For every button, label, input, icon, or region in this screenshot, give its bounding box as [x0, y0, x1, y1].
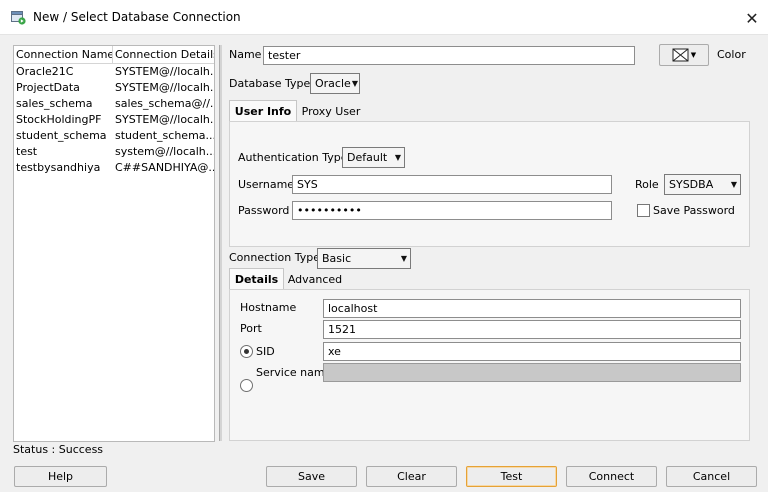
- connect-button[interactable]: Connect: [566, 466, 657, 487]
- table-row[interactable]: ProjectData SYSTEM@//localh...: [14, 80, 214, 96]
- clear-button[interactable]: Clear: [366, 466, 457, 487]
- chevron-down-icon: ▼: [394, 153, 402, 162]
- table-row[interactable]: test system@//localh...: [14, 144, 214, 160]
- chevron-down-icon: ▼: [400, 254, 408, 263]
- database-connection-icon: [11, 11, 26, 25]
- sid-radio[interactable]: [240, 345, 253, 358]
- service-name-input[interactable]: [323, 363, 741, 382]
- help-button[interactable]: Help: [14, 466, 107, 487]
- column-header-connection-details[interactable]: Connection Details: [113, 46, 214, 63]
- connection-name: ProjectData: [16, 81, 80, 94]
- status-text: Status : Success: [13, 443, 104, 456]
- table-header: Connection Name Connection Details: [14, 46, 214, 64]
- hostname-label: Hostname: [240, 301, 297, 314]
- window-title: New / Select Database Connection: [33, 10, 241, 24]
- connection-details: system@//localh...: [115, 145, 214, 158]
- role-select[interactable]: SYSDBA ▼: [664, 174, 741, 195]
- service-name-radio[interactable]: [240, 379, 253, 392]
- connection-name: StockHoldingPF: [16, 113, 102, 126]
- connection-type-select[interactable]: Basic ▼: [317, 248, 411, 269]
- password-label: Password: [238, 204, 290, 217]
- color-swatch-icon: [672, 48, 689, 62]
- connection-name: test: [16, 145, 38, 158]
- connection-details: student_schema...: [115, 129, 214, 142]
- cancel-button[interactable]: Cancel: [666, 466, 757, 487]
- username-label: Username: [238, 178, 295, 191]
- connection-details: SYSTEM@//localh...: [115, 65, 214, 78]
- connection-details: C##SANDHIYA@...: [115, 161, 214, 174]
- table-row[interactable]: sales_schema sales_schema@//...: [14, 96, 214, 112]
- table-row[interactable]: StockHoldingPF SYSTEM@//localh...: [14, 112, 214, 128]
- connection-name: student_schema: [16, 129, 107, 142]
- port-label: Port: [240, 322, 262, 335]
- table-row[interactable]: student_schema student_schema...: [14, 128, 214, 144]
- connection-details: SYSTEM@//localh...: [115, 81, 214, 94]
- password-input[interactable]: ••••••••••: [292, 201, 612, 220]
- save-password-checkbox[interactable]: [637, 204, 650, 217]
- tab-user-info[interactable]: User Info: [229, 100, 297, 122]
- connection-table: Connection Name Connection Details Oracl…: [13, 45, 215, 442]
- database-type-select[interactable]: Oracle ▼: [310, 73, 360, 94]
- column-header-connection-name[interactable]: Connection Name: [14, 46, 113, 63]
- connection-name: Oracle21C: [16, 65, 74, 78]
- authentication-type-select[interactable]: Default ▼: [342, 147, 405, 168]
- color-picker-button[interactable]: ▼: [659, 44, 709, 66]
- role-value: SYSDBA: [669, 178, 714, 191]
- connection-type-value: Basic: [322, 252, 352, 265]
- role-label: Role: [635, 178, 659, 191]
- tab-details[interactable]: Details: [229, 268, 284, 290]
- hostname-input[interactable]: localhost: [323, 299, 741, 318]
- database-type-value: Oracle: [315, 77, 351, 90]
- connection-name: testbysandhiya: [16, 161, 101, 174]
- name-input[interactable]: tester: [263, 46, 635, 65]
- table-row[interactable]: Oracle21C SYSTEM@//localh...: [14, 64, 214, 80]
- database-type-label: Database Type: [229, 77, 311, 90]
- sid-label: SID: [256, 345, 275, 358]
- table-row[interactable]: testbysandhiya C##SANDHIYA@...: [14, 160, 214, 176]
- chevron-down-icon: ▼: [351, 79, 358, 88]
- chevron-down-icon: ▼: [730, 180, 738, 189]
- split-pane-divider[interactable]: [219, 45, 222, 441]
- connection-name: sales_schema: [16, 97, 93, 110]
- tab-proxy-user[interactable]: Proxy User: [299, 100, 363, 122]
- connection-details: sales_schema@//...: [115, 97, 214, 110]
- tab-advanced[interactable]: Advanced: [286, 268, 344, 290]
- close-icon[interactable]: ✕: [740, 7, 764, 29]
- port-input[interactable]: 1521: [323, 320, 741, 339]
- authentication-type-label: Authentication Type: [238, 151, 348, 164]
- sid-input[interactable]: xe: [323, 342, 741, 361]
- service-name-label: Service name: [256, 366, 332, 379]
- chevron-down-icon: ▼: [690, 51, 697, 59]
- color-label: Color: [717, 48, 746, 61]
- authentication-type-value: Default: [347, 151, 388, 164]
- save-password-label: Save Password: [653, 204, 735, 217]
- save-button[interactable]: Save: [266, 466, 357, 487]
- username-input[interactable]: SYS: [292, 175, 612, 194]
- test-button[interactable]: Test: [466, 466, 557, 487]
- connection-type-label: Connection Type: [229, 251, 321, 264]
- name-label: Name: [229, 48, 262, 61]
- connection-details: SYSTEM@//localh...: [115, 113, 214, 126]
